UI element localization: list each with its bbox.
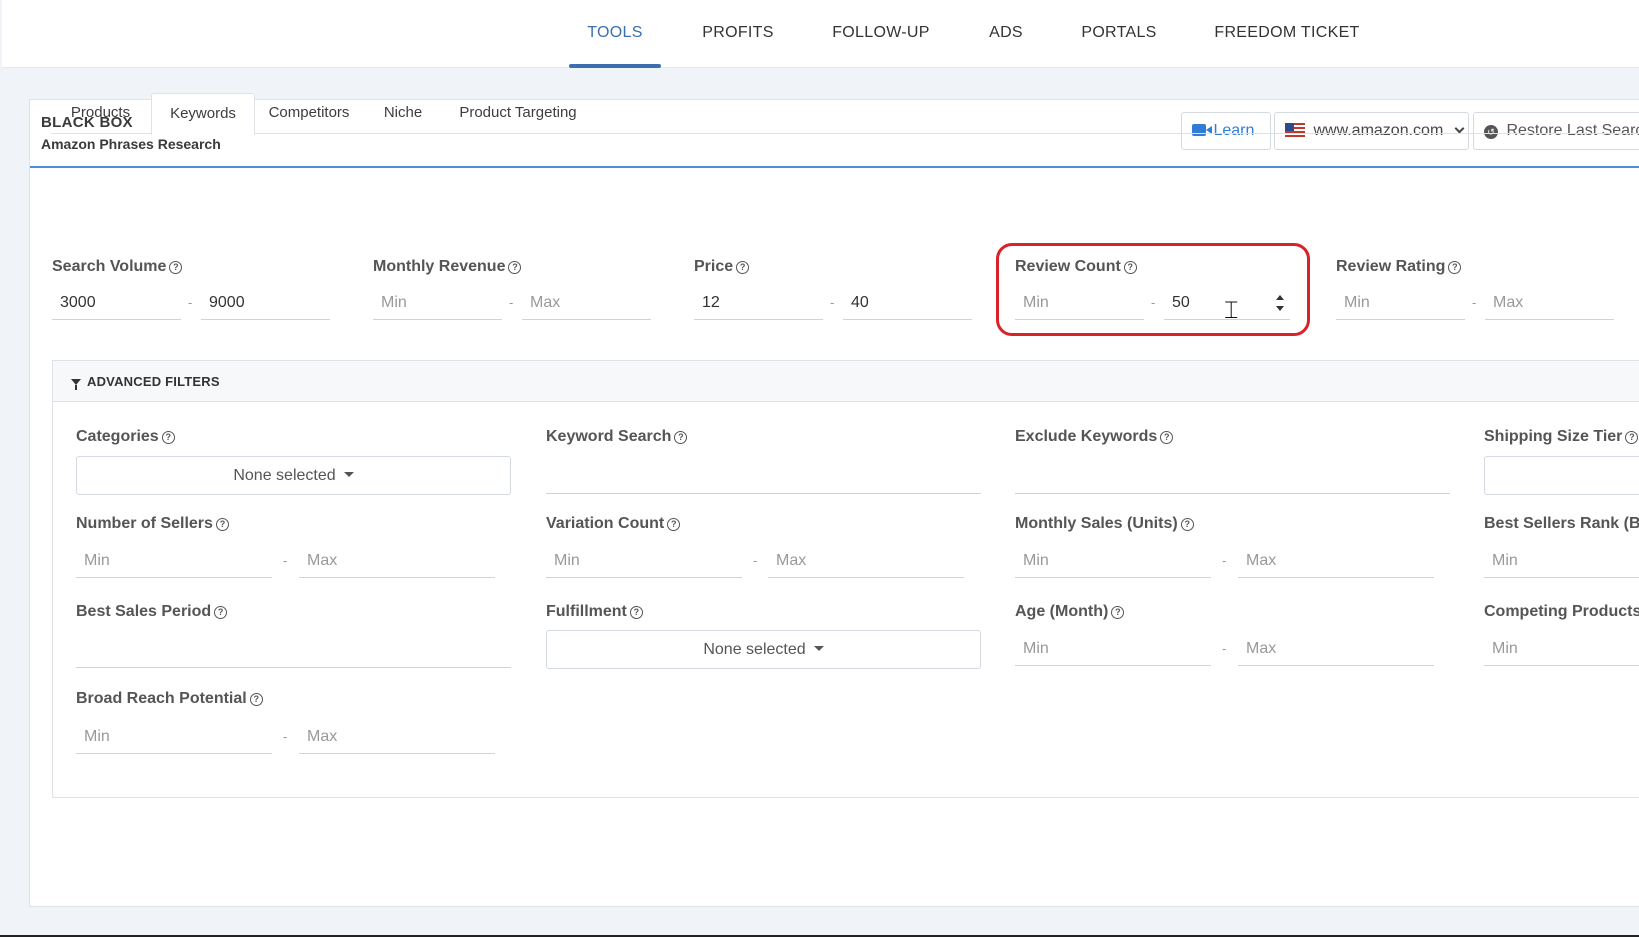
help-icon[interactable]: ?: [1111, 606, 1125, 619]
help-icon[interactable]: ?: [169, 261, 183, 274]
variation-count-min-input[interactable]: [546, 544, 742, 578]
range-dash: -: [509, 295, 514, 310]
tab-niche[interactable]: Niche: [371, 93, 435, 134]
monthly-sales-min-input[interactable]: [1015, 544, 1211, 578]
monthly-sales-max-input[interactable]: [1238, 544, 1434, 578]
help-icon[interactable]: ?: [1180, 518, 1194, 531]
keyword-search-label: Keyword Search?: [546, 428, 688, 446]
advanced-filters-panel: ADVANCED FILTERS: [52, 360, 1639, 798]
keyword-search-input[interactable]: [546, 460, 981, 494]
help-icon[interactable]: ?: [736, 261, 750, 274]
categories-label: Categories?: [76, 428, 175, 446]
exclude-keywords-label: Exclude Keywords?: [1015, 428, 1174, 446]
range-dash: -: [753, 553, 758, 568]
variation-count-max-input[interactable]: [768, 544, 964, 578]
review-rating-min-input[interactable]: [1336, 286, 1465, 320]
review-rating-label: Review Rating?: [1336, 258, 1462, 276]
nav-tab-follow-up[interactable]: FOLLOW-UP: [826, 0, 936, 68]
age-month-max-input[interactable]: [1238, 632, 1434, 666]
help-icon[interactable]: ?: [1160, 431, 1174, 444]
range-dash: -: [188, 295, 193, 310]
age-month-min-input[interactable]: [1015, 632, 1211, 666]
fulfillment-dropdown[interactable]: None selected: [546, 630, 981, 669]
search-volume-max-input[interactable]: [201, 286, 330, 320]
search-volume-label: Search Volume?: [52, 258, 183, 276]
range-dash: -: [1222, 641, 1227, 656]
advanced-filters-title: ADVANCED FILTERS: [87, 374, 220, 389]
price-max-input[interactable]: [843, 286, 972, 320]
tab-competitors[interactable]: Competitors: [256, 93, 362, 134]
range-dash: -: [283, 729, 288, 744]
monthly-revenue-label: Monthly Revenue?: [373, 258, 522, 276]
best-sales-period-label: Best Sales Period?: [76, 603, 228, 621]
help-icon[interactable]: ?: [215, 518, 229, 531]
help-icon[interactable]: ?: [249, 693, 263, 706]
nav-tab-ads[interactable]: ADS: [983, 0, 1029, 68]
nav-tab-profits[interactable]: PROFITS: [696, 0, 780, 68]
price-min-input[interactable]: [694, 286, 823, 320]
range-dash: -: [1222, 553, 1227, 568]
range-dash: -: [1472, 295, 1477, 310]
number-spinner-icon[interactable]: [1275, 294, 1285, 312]
broad-reach-potential-min-input[interactable]: [76, 720, 272, 754]
age-month-label: Age (Month)?: [1015, 603, 1125, 621]
review-count-min-input[interactable]: [1015, 286, 1144, 320]
caret-down-icon: [813, 646, 824, 651]
top-navigation: TOOLS PROFITS FOLLOW-UP ADS PORTALS FREE…: [2, 0, 1639, 68]
variation-count-label: Variation Count?: [546, 515, 681, 533]
tab-product-targeting[interactable]: Product Targeting: [443, 93, 593, 134]
range-dash: -: [830, 295, 835, 310]
nav-tab-tools[interactable]: TOOLS: [569, 0, 661, 68]
competing-products-label: Competing Products: [1484, 603, 1639, 620]
best-sellers-rank-min-input[interactable]: [1484, 544, 1639, 578]
fulfillment-label: Fulfillment?: [546, 603, 643, 621]
nav-tab-portals[interactable]: PORTALS: [1077, 0, 1161, 68]
help-icon[interactable]: ?: [214, 606, 228, 619]
tab-products[interactable]: Products: [51, 93, 150, 134]
best-sales-period-input[interactable]: [76, 634, 511, 668]
help-icon[interactable]: ?: [161, 431, 175, 444]
tab-keywords[interactable]: Keywords: [151, 93, 255, 135]
search-volume-min-input[interactable]: [52, 286, 181, 320]
shipping-size-tier-dropdown[interactable]: [1484, 456, 1639, 495]
monthly-revenue-max-input[interactable]: [522, 286, 651, 320]
broad-reach-potential-label: Broad Reach Potential?: [76, 690, 263, 708]
tool-subtitle: Amazon Phrases Research: [41, 136, 221, 152]
monthly-revenue-min-input[interactable]: [373, 286, 502, 320]
review-rating-max-input[interactable]: [1485, 286, 1614, 320]
number-of-sellers-max-input[interactable]: [299, 544, 495, 578]
number-of-sellers-min-input[interactable]: [76, 544, 272, 578]
range-dash: -: [1151, 295, 1156, 310]
competing-products-min-input[interactable]: [1484, 632, 1639, 666]
research-tabs: Products Keywords Competitors Niche Prod…: [51, 93, 1639, 135]
categories-dropdown[interactable]: None selected: [76, 456, 511, 495]
monthly-sales-label: Monthly Sales (Units)?: [1015, 515, 1194, 533]
text-cursor-icon: ⌶: [1224, 296, 1239, 324]
number-of-sellers-label: Number of Sellers?: [76, 515, 229, 533]
filter-icon: [71, 379, 81, 390]
review-count-label: Review Count?: [1015, 258, 1137, 276]
best-sellers-rank-label: Best Sellers Rank (BSR): [1484, 515, 1639, 532]
help-icon[interactable]: ?: [667, 518, 681, 531]
shipping-size-tier-label: Shipping Size Tier?: [1484, 428, 1639, 446]
help-icon[interactable]: ?: [1625, 431, 1639, 444]
help-icon[interactable]: ?: [674, 431, 688, 444]
help-icon[interactable]: ?: [629, 606, 643, 619]
nav-tab-freedom-ticket[interactable]: FREEDOM TICKET: [1212, 0, 1362, 68]
help-icon[interactable]: ?: [1123, 261, 1137, 274]
advanced-filters-header[interactable]: ADVANCED FILTERS: [53, 361, 1639, 402]
caret-down-icon: [343, 472, 354, 477]
range-dash: -: [283, 553, 288, 568]
price-label: Price?: [694, 258, 750, 276]
help-icon[interactable]: ?: [508, 261, 522, 274]
exclude-keywords-input[interactable]: [1015, 460, 1450, 494]
broad-reach-potential-max-input[interactable]: [299, 720, 495, 754]
help-icon[interactable]: ?: [1448, 261, 1462, 274]
